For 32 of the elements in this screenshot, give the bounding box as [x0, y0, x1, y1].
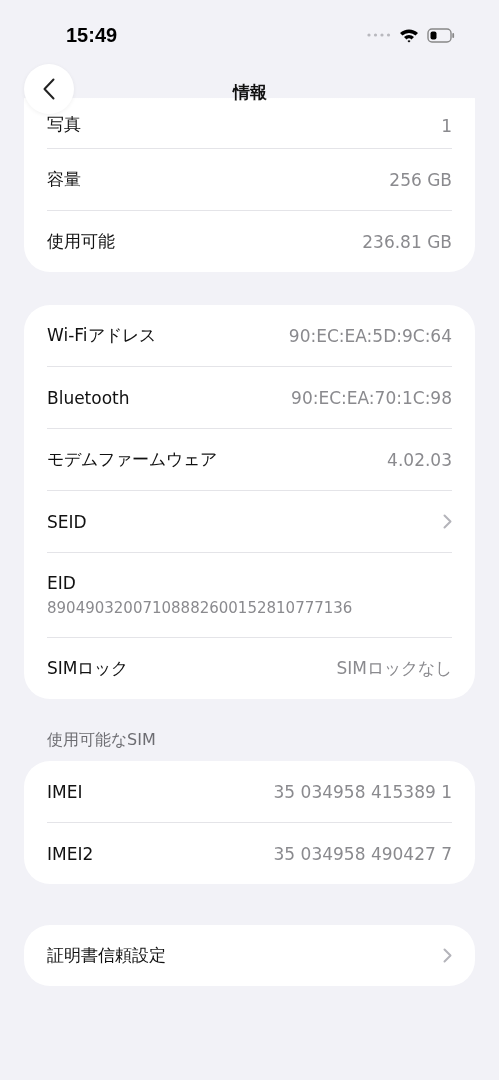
- row-value: 1: [441, 116, 452, 136]
- row-label: モデムファームウェア: [47, 448, 217, 471]
- row-label: IMEI2: [47, 843, 94, 864]
- row-value: 4.02.03: [387, 449, 452, 470]
- row-label: EID: [47, 573, 76, 593]
- row-label: IMEI: [47, 781, 83, 802]
- chevron-icon: [443, 948, 452, 963]
- row-label: 写真: [47, 113, 81, 136]
- row-label: Bluetooth: [47, 387, 130, 408]
- status-time: 15:49: [66, 23, 118, 47]
- row-value: 35 034958 490427 7: [273, 843, 452, 864]
- back-button[interactable]: [24, 64, 74, 114]
- row-label: Wi-Fiアドレス: [47, 324, 156, 347]
- battery-icon: [427, 27, 455, 43]
- row-value: 256 GB: [389, 169, 452, 190]
- back-icon: [43, 78, 55, 100]
- section-header: 使用可能なSIM: [46, 730, 157, 751]
- row-value: 90:EC:EA:5D:9C:64: [288, 325, 452, 346]
- settings-row[interactable]: 証明書信頼設定: [24, 925, 475, 986]
- settings-row[interactable]: SEID: [24, 491, 475, 552]
- screen-title: 情報: [232, 80, 267, 104]
- signal-dots-icon: [367, 33, 391, 37]
- row-label: 使用可能: [47, 230, 115, 253]
- wifi-icon: [399, 27, 419, 43]
- row-value: 89049032007108882600152810777136: [47, 599, 353, 617]
- row-value: 35 034958 415389 1: [273, 781, 452, 802]
- row-value: 236.81 GB: [362, 231, 452, 252]
- row-value: 90:EC:EA:70:1C:98: [291, 387, 452, 408]
- row-label: 容量: [47, 168, 81, 191]
- chevron-icon: [443, 514, 452, 529]
- row-value: SIMロックなし: [336, 657, 452, 680]
- row-label: SIMロック: [47, 657, 129, 680]
